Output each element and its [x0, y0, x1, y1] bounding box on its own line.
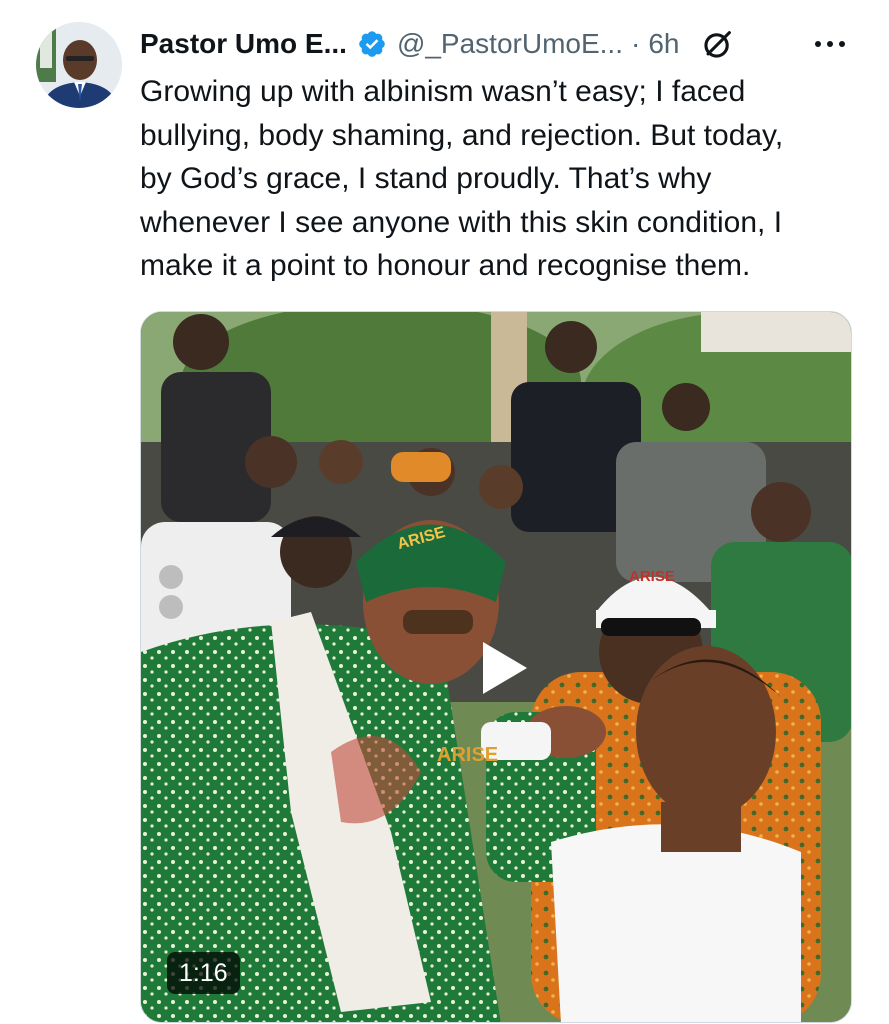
separator-dot: ·: [631, 28, 641, 59]
fabric-text: ARISE: [437, 744, 499, 766]
author-avatar[interactable]: [36, 22, 122, 108]
post-text-line: bullying, body shaming, and rejection. B…: [140, 118, 784, 152]
post-text-line: make it a point to honour and recognise …: [140, 249, 751, 282]
grok-icon[interactable]: [701, 27, 735, 61]
avatar-image: [36, 22, 122, 108]
post-time[interactable]: 6h: [648, 28, 679, 60]
video-duration: 1:16: [167, 952, 240, 994]
post-text-line: by God’s grace, I stand proudly. That’s …: [140, 162, 712, 195]
post-text-line: whenever I see anyone with this skin con…: [140, 205, 783, 239]
post-text: Growing up with albinism wasn’t easy; I …: [140, 70, 860, 288]
post-text-line: Growing up with albinism wasn’t easy; I …: [140, 75, 746, 108]
author-name[interactable]: Pastor Umo E...: [140, 28, 347, 60]
more-options-icon[interactable]: [812, 34, 848, 54]
post-header: Pastor Umo E... @_PastorUmoE... · 6h: [140, 24, 860, 64]
author-handle[interactable]: @_PastorUmoE...: [397, 28, 623, 60]
cap-white-text: ARISE: [629, 568, 675, 585]
play-icon[interactable]: [461, 630, 537, 706]
verified-badge-icon: [359, 31, 385, 57]
video-player[interactable]: ARISE ARISE ARISE 1:16: [140, 311, 852, 1023]
